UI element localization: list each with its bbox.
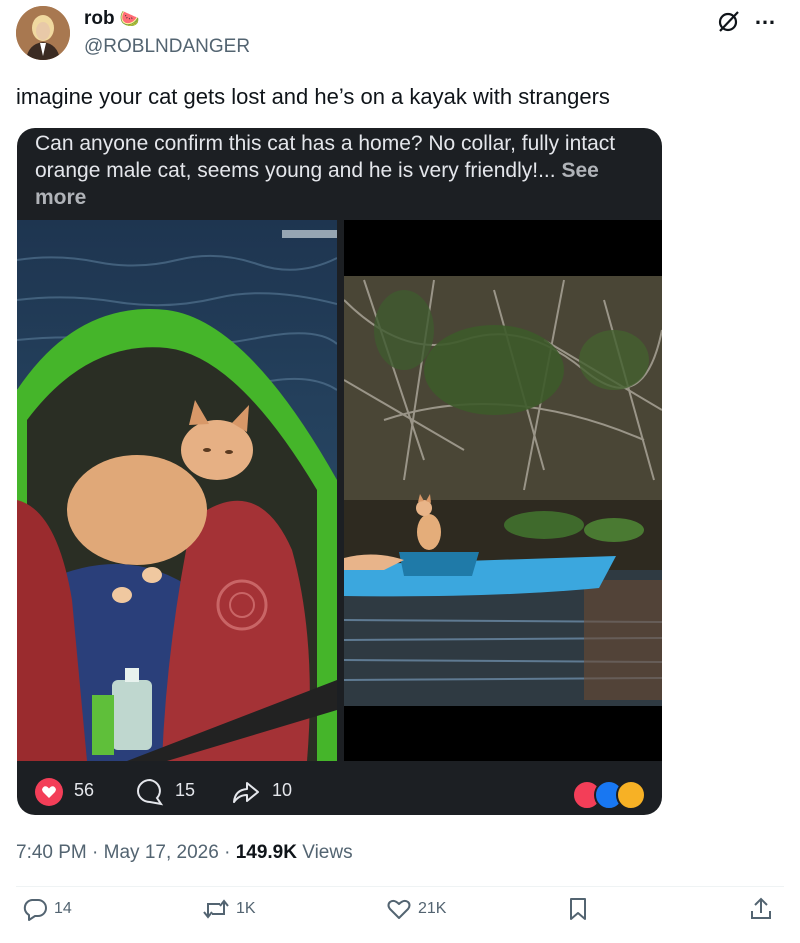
- embedded-post-card[interactable]: Can anyone confirm this cat has a home? …: [17, 128, 662, 815]
- photo-cat-on-blue-kayak[interactable]: [344, 220, 662, 761]
- bookmark-icon: [570, 898, 586, 920]
- reactions-count: 56: [74, 780, 95, 800]
- repost-icon: [203, 899, 229, 919]
- shares-count: 10: [272, 780, 293, 800]
- tweet-time[interactable]: 7:40 PM: [16, 842, 87, 863]
- divider: [16, 886, 784, 887]
- upload-share-icon: [751, 897, 771, 919]
- tweet-meta: 7:40 PM · May 17, 2026 · 149.9K Views: [16, 842, 353, 863]
- tweet-date[interactable]: May 17, 2026: [104, 842, 219, 863]
- share-button[interactable]: [748, 896, 774, 922]
- author-handle[interactable]: @ROBLNDANGER: [84, 36, 250, 58]
- avatar[interactable]: [16, 6, 70, 60]
- avatar-image: [16, 6, 70, 60]
- repost-count: 1K: [236, 900, 256, 917]
- views-label: Views: [302, 842, 353, 863]
- reply-count: 14: [54, 900, 72, 917]
- care-reaction-icon: [616, 780, 646, 810]
- repost-button[interactable]: 1K: [202, 896, 256, 922]
- reply-button[interactable]: 14: [22, 896, 72, 922]
- tweet-text: imagine your cat gets lost and he’s on a…: [16, 84, 610, 109]
- embedded-post-text: Can anyone confirm this cat has a home? …: [35, 132, 616, 209]
- photo-cat-in-green-kayak[interactable]: [17, 220, 337, 761]
- author-name[interactable]: rob 🍉: [84, 8, 140, 30]
- like-count: 21K: [418, 900, 447, 917]
- reply-icon: [23, 899, 47, 921]
- more-options-icon[interactable]: …: [754, 4, 777, 30]
- like-button[interactable]: 21K: [386, 896, 446, 922]
- views-count: 149.9K: [235, 842, 297, 863]
- bookmark-button[interactable]: [566, 896, 590, 922]
- reactions-love-icon[interactable]: [35, 778, 63, 806]
- share-icon[interactable]: [231, 778, 261, 811]
- watermelon-emoji: 🍉: [119, 11, 140, 28]
- reaction-summary-icons[interactable]: [572, 778, 652, 810]
- comment-icon[interactable]: [135, 777, 165, 812]
- heart-icon: [387, 899, 411, 919]
- comments-count: 15: [175, 780, 196, 800]
- grok-slash-icon[interactable]: [716, 8, 742, 34]
